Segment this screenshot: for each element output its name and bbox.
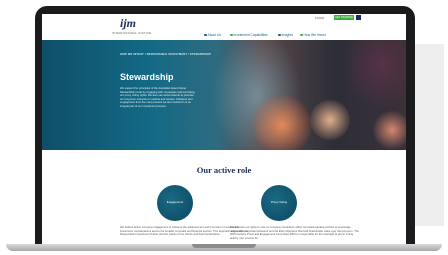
invest-dot-icon — [300, 33, 303, 37]
nav-item-insights[interactable]: Insights — [278, 33, 293, 37]
nav-label: About Us — [207, 33, 222, 37]
breadcrumb[interactable]: HOW WE INVEST / RESPONSIBLE INVESTMENT /… — [120, 53, 211, 56]
section-title: Our active role — [196, 165, 252, 175]
proxy-voting-text: We exercise our rights to vote on compan… — [230, 226, 359, 240]
nav-label: How We Invest — [303, 33, 326, 37]
hero-shadow — [342, 40, 406, 110]
nav-item-investment-capabilities[interactable]: Investment Capabilities — [230, 33, 268, 37]
laptop-screen: ijm INTERNATIONAL JUSTICE LOGIN GET STAR… — [42, 14, 406, 244]
page-title: Stewardship — [120, 72, 174, 82]
search-icon[interactable] — [356, 15, 361, 20]
nav-item-about-us[interactable]: About Us — [204, 33, 221, 37]
hero-banner: HOW WE INVEST / RESPONSIBLE INVESTMENT /… — [42, 40, 406, 150]
circle-label: Engagement — [166, 200, 184, 205]
get-started-button[interactable]: GET STARTED — [334, 15, 354, 20]
site-header: ijm INTERNATIONAL JUSTICE LOGIN GET STAR… — [42, 14, 406, 40]
nav-label: Investment Capabilities — [233, 33, 268, 37]
active-role-section: Our active role Engagement Proxy Voting … — [42, 150, 406, 244]
login-link[interactable]: LOGIN — [315, 16, 324, 20]
logo-subtitle: INTERNATIONAL JUSTICE — [112, 31, 152, 35]
about-dot-icon — [204, 33, 207, 37]
laptop-notch — [192, 244, 256, 248]
proxy-voting-circle[interactable]: Proxy Voting — [261, 185, 297, 221]
capabilities-dot-icon — [230, 33, 233, 37]
insights-dot-icon — [278, 33, 281, 37]
site-logo[interactable]: ijm — [120, 16, 136, 31]
hero-bokeh-light — [252, 95, 312, 150]
hero-bokeh-light — [372, 110, 406, 150]
hero-bokeh-light — [310, 100, 350, 140]
nav-item-how-we-invest[interactable]: How We Invest — [300, 33, 326, 37]
nav-label: Insights — [281, 33, 293, 37]
engagement-circle[interactable]: Engagement — [157, 185, 193, 221]
circle-label: Proxy Voting — [270, 200, 288, 205]
hero-description: We support the principles of the Austral… — [120, 87, 195, 108]
product-mockup: ijm INTERNATIONAL JUSTICE LOGIN GET STAR… — [0, 0, 448, 255]
